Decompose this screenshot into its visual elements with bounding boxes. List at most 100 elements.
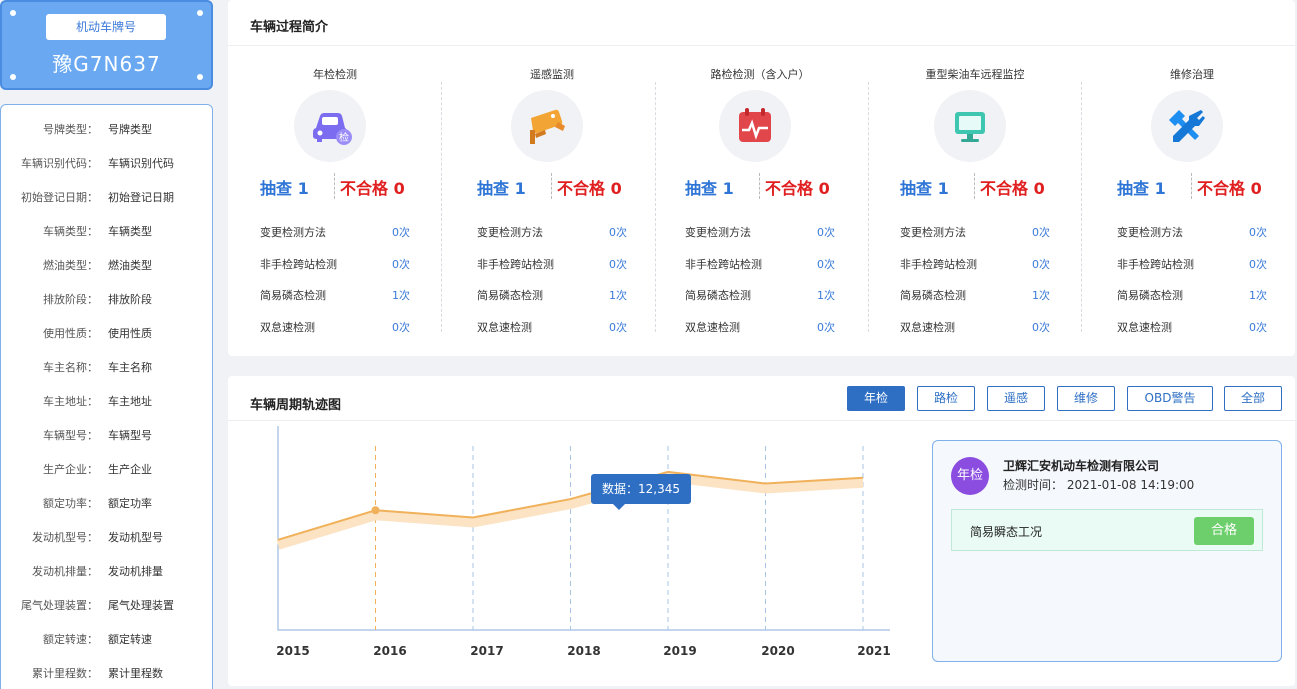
x-tick-label: 2018 — [567, 644, 601, 658]
info-row: 额定转速： 额定转速 — [1, 630, 212, 650]
stat-value: 0次 — [609, 258, 627, 271]
x-tick-label: 2016 — [373, 644, 407, 658]
record-type-badge: 年检 — [951, 457, 989, 495]
info-value: 累计里程数 — [108, 667, 163, 680]
info-row: 号牌类型： 号牌类型 — [1, 120, 212, 140]
stat-label: 变更检测方法 — [260, 226, 326, 239]
info-row: 初始登记日期： 初始登记日期 — [1, 188, 212, 208]
check-count: 抽查 1 — [1117, 179, 1166, 198]
check-count: 抽查 1 — [685, 179, 734, 198]
stat-value: 0次 — [817, 321, 835, 334]
info-value: 车辆类型 — [108, 225, 152, 238]
x-tick-label: 2019 — [663, 644, 697, 658]
divider — [334, 173, 335, 199]
info-row: 车辆类型： 车辆类型 — [1, 222, 212, 242]
info-value: 额定转速 — [108, 633, 152, 646]
plate-label: 机动车牌号 — [46, 14, 166, 40]
info-row: 车辆型号： 车辆型号 — [1, 426, 212, 446]
info-key: 初始登记日期： — [21, 191, 98, 204]
stat-label: 变更检测方法 — [477, 226, 543, 239]
stat-value: 0次 — [392, 258, 410, 271]
stat-value: 1次 — [609, 289, 627, 302]
plate-card: 机动车牌号 豫G7N637 — [0, 0, 213, 90]
filter-repair-button[interactable]: 维修 — [1057, 386, 1115, 411]
fail-count: 不合格 0 — [765, 179, 830, 198]
plate-rivet — [197, 10, 203, 16]
info-key: 生产企业： — [43, 463, 98, 476]
info-key: 车主名称： — [43, 361, 98, 374]
process-panel: 车辆过程简介 年检检测 检 抽查 1 不合格 0 变更检测方法 0次 非手检跨站检… — [228, 0, 1295, 356]
info-value: 排放阶段 — [108, 293, 152, 306]
filter-remote-button[interactable]: 遥感 — [987, 386, 1045, 411]
info-row: 额定功率： 额定功率 — [1, 494, 212, 514]
calendar-pulse-icon — [719, 90, 791, 162]
stat-label: 双怠速检测 — [260, 321, 315, 334]
stat-label: 简易磷态检测 — [1117, 289, 1183, 302]
info-row: 燃油类型： 燃油类型 — [1, 256, 212, 276]
record-condition: 简易瞬态工况 — [970, 525, 1043, 539]
info-value: 车辆识别代码 — [108, 157, 174, 170]
stat-value: 0次 — [1032, 226, 1050, 239]
info-key: 排放阶段： — [43, 293, 98, 306]
info-row: 发动机型号： 发动机型号 — [1, 528, 212, 548]
stat-label: 双怠速检测 — [900, 321, 955, 334]
stat-value: 0次 — [392, 226, 410, 239]
process-column-remote-sensing: 遥感监测 抽查 1 不合格 0 变更检测方法 0次 非手检跨站检测 0次 简易磷态检… — [445, 60, 659, 334]
info-value: 初始登记日期 — [108, 191, 174, 204]
stat-label: 非手检跨站检测 — [685, 258, 762, 271]
stat-value: 0次 — [1032, 321, 1050, 334]
info-value: 燃油类型 — [108, 259, 152, 272]
stat-value: 0次 — [609, 226, 627, 239]
stat-label: 双怠速检测 — [1117, 321, 1172, 334]
divider — [228, 45, 1295, 46]
stat-label: 非手检跨站检测 — [477, 258, 554, 271]
camera-icon — [511, 90, 583, 162]
process-column-annual: 年检检测 检 抽查 1 不合格 0 变更检测方法 0次 非手检跨站检测 0次 简易磷… — [228, 60, 442, 334]
inspection-record-card[interactable]: 年检 卫辉汇安机动车检测有限公司 检测时间： 2021-01-08 14:19:… — [932, 440, 1282, 662]
stat-label: 变更检测方法 — [1117, 226, 1183, 239]
stat-value: 1次 — [1032, 289, 1050, 302]
divider — [759, 173, 760, 199]
stat-label: 简易磷态检测 — [900, 289, 966, 302]
x-tick-label: 2021 — [857, 644, 891, 658]
vehicle-info-panel: 号牌类型： 号牌类型 车辆识别代码： 车辆识别代码 初始登记日期： 初始登记日期 车辆… — [0, 104, 213, 689]
info-value: 车主名称 — [108, 361, 152, 374]
column-name: 遥感监测 — [530, 68, 574, 81]
info-row: 尾气处理装置： 尾气处理装置 — [1, 596, 212, 616]
column-name: 路检检测（含入户） — [710, 68, 810, 81]
x-tick-label: 2015 — [276, 644, 310, 658]
filter-obd-button[interactable]: OBD警告 — [1127, 386, 1213, 411]
stat-label: 简易磷态检测 — [477, 289, 543, 302]
check-count: 抽查 1 — [900, 179, 949, 198]
stat-value: 0次 — [1249, 226, 1267, 239]
car-inspection-icon: 检 — [294, 90, 366, 162]
stat-value: 1次 — [817, 289, 835, 302]
data-point[interactable] — [371, 506, 380, 515]
chart-axis — [277, 426, 890, 631]
column-name: 年检检测 — [313, 68, 357, 81]
stat-label: 双怠速检测 — [477, 321, 532, 334]
process-column-road-check: 路检检测（含入户） 抽查 1 不合格 0 变更检测方法 0次 非手检跨站检测 0次 … — [653, 60, 867, 334]
stat-value: 1次 — [1249, 289, 1267, 302]
info-value: 发动机型号 — [108, 531, 163, 544]
filter-all-button[interactable]: 全部 — [1224, 386, 1282, 411]
info-value: 车辆型号 — [108, 429, 152, 442]
stat-label: 简易磷态检测 — [260, 289, 326, 302]
fail-count: 不合格 0 — [557, 179, 622, 198]
stat-value: 0次 — [1249, 258, 1267, 271]
info-key: 累计里程数： — [32, 667, 98, 680]
info-row: 车主地址： 车主地址 — [1, 392, 212, 412]
info-row: 生产企业： 生产企业 — [1, 460, 212, 480]
record-result-row: 简易瞬态工况 合格 — [951, 509, 1263, 551]
filter-road-button[interactable]: 路检 — [917, 386, 975, 411]
info-key: 车辆识别代码： — [21, 157, 98, 170]
info-key: 尾气处理装置： — [21, 599, 98, 612]
info-value: 发动机排量 — [108, 565, 163, 578]
info-key: 号牌类型： — [43, 123, 98, 136]
info-row: 发动机排量： 发动机排量 — [1, 562, 212, 582]
divider — [974, 173, 975, 199]
stat-label: 双怠速检测 — [685, 321, 740, 334]
plate-number: 豫G7N637 — [52, 52, 161, 76]
record-time: 检测时间： 2021-01-08 14:19:00 — [1003, 478, 1195, 492]
info-value: 号牌类型 — [108, 123, 152, 136]
